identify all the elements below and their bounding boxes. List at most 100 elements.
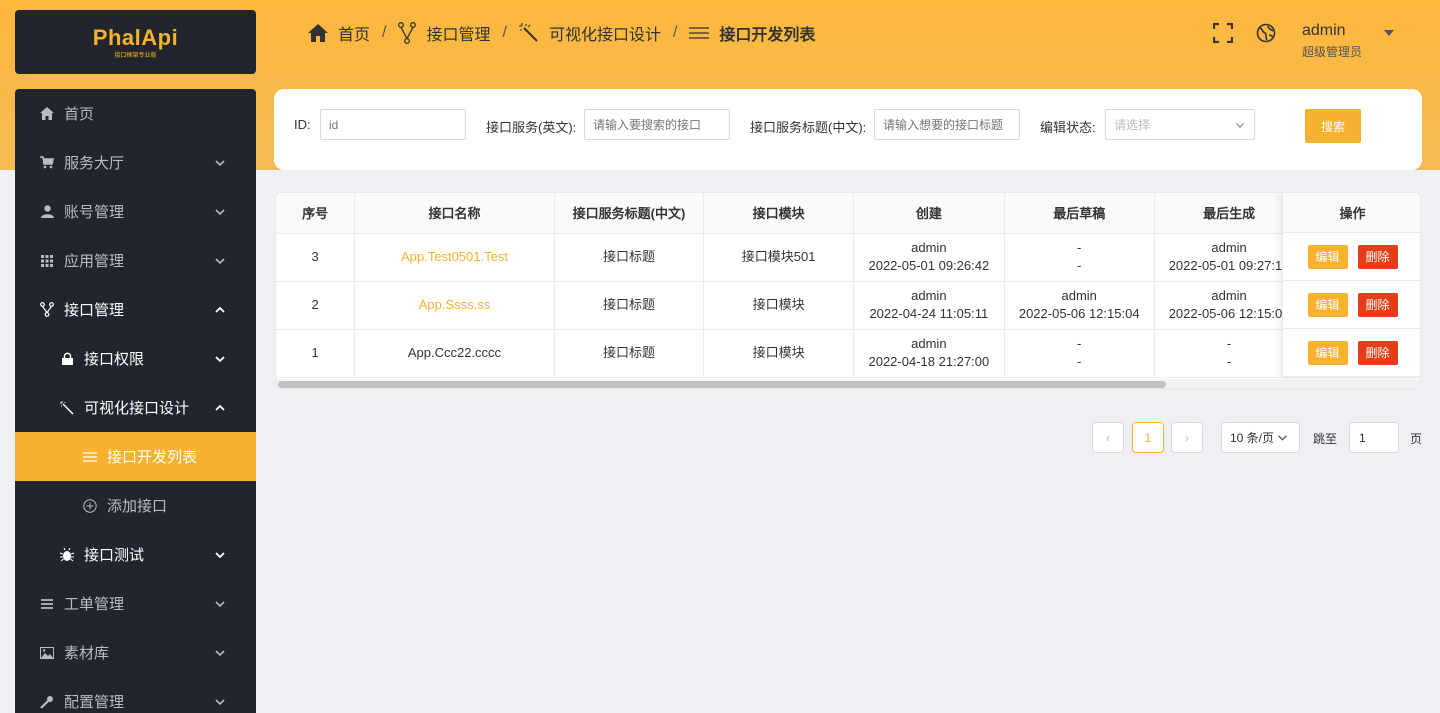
delete-button[interactable]: 删除: [1357, 292, 1398, 317]
chevron-down-icon: [215, 355, 225, 362]
edit-button[interactable]: 编辑: [1307, 244, 1348, 269]
chevron-down-icon: [215, 257, 225, 264]
created-by: admin: [911, 240, 947, 255]
chevron-down-icon: [215, 698, 225, 705]
breadcrumb-separator: /: [382, 24, 387, 41]
edit-button[interactable]: 编辑: [1307, 340, 1348, 365]
chevron-down-icon: [215, 551, 225, 558]
cell-name[interactable]: App.Ccc22.cccc: [354, 329, 555, 378]
scrollbar-thumb[interactable]: [278, 381, 1166, 388]
sidebar-item-label: 素材库: [64, 645, 110, 662]
cell-name-link[interactable]: App.Test0501.Test: [354, 233, 555, 282]
sidebar-item-home[interactable]: 首页: [15, 89, 256, 138]
created-at: 2022-05-01 09:26:42: [868, 258, 990, 273]
magic-wand-icon: [60, 400, 74, 415]
magic-wand-icon: [518, 23, 538, 42]
delete-button[interactable]: 删除: [1357, 340, 1398, 365]
id-label: ID:: [294, 117, 311, 132]
status-select[interactable]: 请选择: [1105, 109, 1255, 140]
actions-row: 编辑 删除: [1283, 329, 1420, 377]
page-1-button[interactable]: 1: [1132, 422, 1164, 453]
cell-title: 接口标题: [554, 281, 705, 330]
page-size-select[interactable]: 10 条/页: [1221, 422, 1300, 453]
user-icon: [40, 205, 54, 219]
status-label: 编辑状态:: [1040, 120, 1096, 135]
sidebar: 首页 服务大厅 账号管理 应用管理 接口管理 接口权限 可视化接口设计 接口开发…: [15, 89, 256, 713]
breadcrumb-home[interactable]: 首页: [308, 21, 370, 45]
cart-icon: [40, 156, 54, 170]
sidebar-item-label: 应用管理: [64, 253, 125, 270]
breadcrumb-api-management[interactable]: 接口管理: [398, 21, 490, 45]
wrench-icon: [40, 695, 54, 709]
breadcrumb-separator: /: [502, 24, 507, 41]
home-icon: [40, 107, 54, 121]
cell-draft: admin 2022-05-06 12:15:04: [1004, 281, 1155, 330]
created-at: 2022-04-18 21:27:00: [868, 354, 990, 369]
logo-text: PhalApi: [92, 25, 179, 50]
bug-icon: [60, 547, 74, 562]
cell-draft: --: [1004, 329, 1155, 378]
cell-module: 接口模块: [703, 329, 854, 378]
sidebar-item-label: 接口权限: [84, 351, 145, 368]
draft-at: -: [1077, 354, 1082, 369]
draft-by: -: [1077, 240, 1082, 255]
sidebar-item-visual-design[interactable]: 可视化接口设计: [15, 383, 256, 432]
breadcrumb-visual-design[interactable]: 可视化接口设计: [518, 21, 661, 45]
chevron-down-icon: [215, 600, 225, 607]
edit-button[interactable]: 编辑: [1307, 292, 1348, 317]
sidebar-item-config[interactable]: 配置管理: [15, 677, 256, 713]
search-button[interactable]: 搜索: [1305, 109, 1361, 143]
sidebar-item-assets[interactable]: 素材库: [15, 628, 256, 677]
created-at: 2022-04-24 11:05:11: [869, 306, 989, 321]
created-by: admin: [911, 288, 947, 303]
sidebar-item-label: 配置管理: [64, 694, 125, 711]
id-input[interactable]: [320, 109, 466, 140]
next-page-button[interactable]: ›: [1171, 422, 1203, 453]
column-header: 接口模块: [703, 193, 854, 234]
sidebar-item-service-hall[interactable]: 服务大厅: [15, 138, 256, 187]
fullscreen-icon[interactable]: [1213, 23, 1233, 43]
table-row: 3 App.Test0501.Test 接口标题 接口模块501 admin 20…: [276, 233, 1420, 282]
service-input[interactable]: [584, 109, 730, 140]
sidebar-item-label: 账号管理: [64, 204, 125, 221]
branch-icon: [398, 22, 417, 44]
cell-module: 接口模块501: [703, 233, 854, 282]
column-header: 接口名称: [354, 193, 555, 234]
chevron-down-icon: [1278, 435, 1287, 441]
logo-subtitle: 接口框架专业版: [114, 53, 157, 59]
breadcrumb-label: 可视化接口设计: [548, 27, 661, 44]
breadcrumb-current: 接口开发列表: [689, 21, 815, 45]
sidebar-item-api-permissions[interactable]: 接口权限: [15, 334, 256, 383]
title-input[interactable]: [874, 109, 1020, 140]
sidebar-item-label: 添加接口: [107, 498, 168, 515]
sidebar-item-dev-list[interactable]: 接口开发列表: [15, 432, 256, 481]
globe-icon[interactable]: [1256, 23, 1276, 43]
list-icon: [83, 450, 97, 464]
table-row: 2 App.Ssss.ss 接口标题 接口模块 admin 2022-04-24 …: [276, 281, 1420, 330]
cell-no: 1: [276, 329, 356, 378]
sidebar-item-api-testing[interactable]: 接口测试: [15, 530, 256, 579]
sidebar-item-api-management[interactable]: 接口管理: [15, 285, 256, 334]
chevron-down-icon: [215, 159, 225, 166]
sidebar-item-add-api[interactable]: 添加接口: [15, 481, 256, 530]
actions-row: 编辑 删除: [1283, 281, 1420, 329]
user-menu[interactable]: admin 超级管理员: [1302, 22, 1362, 60]
logo[interactable]: PhalApi 接口框架专业版: [15, 10, 256, 74]
service-label: 接口服务(英文):: [486, 120, 577, 135]
sidebar-item-tickets[interactable]: 工单管理: [15, 579, 256, 628]
cell-name-link[interactable]: App.Ssss.ss: [354, 281, 555, 330]
branch-icon: [40, 302, 54, 317]
sidebar-item-accounts[interactable]: 账号管理: [15, 187, 256, 236]
column-header: 创建: [853, 193, 1005, 234]
caret-down-icon[interactable]: [1384, 30, 1394, 36]
cell-title: 接口标题: [554, 329, 705, 378]
cell-no: 2: [276, 281, 356, 330]
draft-by: -: [1077, 336, 1082, 351]
actions-row: 编辑 删除: [1283, 233, 1420, 281]
chevron-up-icon: [215, 404, 225, 411]
prev-page-button[interactable]: ‹: [1092, 422, 1124, 453]
sidebar-item-label: 服务大厅: [64, 155, 125, 172]
jump-input[interactable]: 1: [1349, 422, 1399, 453]
sidebar-item-apps[interactable]: 应用管理: [15, 236, 256, 285]
delete-button[interactable]: 删除: [1357, 244, 1398, 269]
